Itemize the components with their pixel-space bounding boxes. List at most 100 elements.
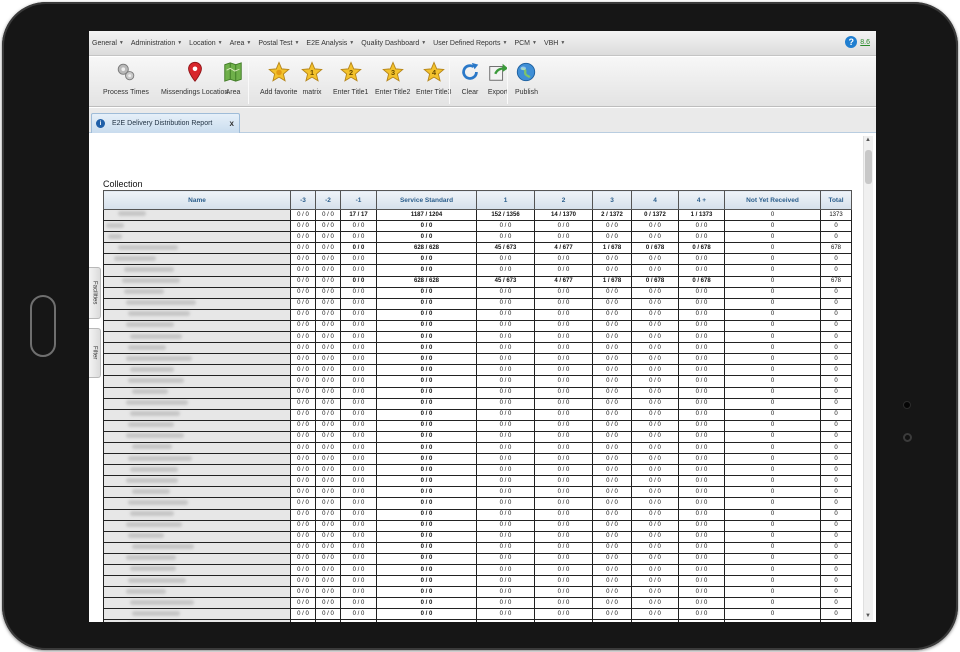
table-row[interactable]: 0 / 00 / 00 / 00 / 00 / 00 / 00 / 00 / 0…	[103, 408, 852, 421]
table-row[interactable]: 0 / 00 / 00 / 00 / 00 / 00 / 00 / 00 / 0…	[103, 308, 852, 321]
name-cell-redacted[interactable]	[103, 508, 291, 521]
name-cell-redacted[interactable]	[103, 275, 291, 288]
table-row[interactable]: 0 / 00 / 00 / 00 / 00 / 00 / 00 / 00 / 0…	[103, 364, 852, 377]
table-row[interactable]: 0 / 00 / 00 / 00 / 00 / 00 / 00 / 00 / 0…	[103, 541, 852, 554]
table-row[interactable]: 0 / 00 / 00 / 00 / 00 / 00 / 00 / 00 / 0…	[103, 441, 852, 455]
toolbar-process-times-button[interactable]: Process Times	[103, 61, 149, 96]
table-row[interactable]: 0 / 00 / 00 / 00 / 00 / 00 / 00 / 00 / 0…	[103, 419, 852, 432]
side-tab-facilities[interactable]: Facilities	[89, 267, 101, 319]
home-button[interactable]	[30, 295, 56, 357]
table-row[interactable]: 0 / 00 / 00 / 00 / 00 / 00 / 00 / 00 / 0…	[103, 464, 852, 477]
scroll-thumb[interactable]	[865, 150, 872, 184]
table-row[interactable]: 0 / 00 / 00 / 00 / 00 / 00 / 00 / 00 / 0…	[103, 430, 852, 443]
tab-e2e-report[interactable]: i E2E Delivery Distribution Report x	[91, 113, 240, 133]
name-cell-redacted[interactable]	[103, 331, 291, 344]
toolbar-missendings-location-button[interactable]: Missendings Location	[161, 61, 228, 96]
name-cell-redacted[interactable]	[103, 486, 291, 499]
scroll-up-icon[interactable]: ▲	[865, 137, 871, 143]
table-row[interactable]: 0 / 00 / 00 / 00 / 00 / 00 / 00 / 00 / 0…	[103, 353, 852, 366]
column-header-4[interactable]: 4 +	[678, 190, 725, 210]
menu-postal-test[interactable]: Postal Test ▼	[258, 40, 299, 47]
table-row[interactable]: 0 / 00 / 00 / 00 / 00 / 00 / 00 / 00 / 0…	[103, 220, 852, 233]
name-cell-redacted[interactable]	[103, 208, 291, 222]
table-row[interactable]: 0 / 00 / 00 / 00 / 00 / 00 / 00 / 00 / 0…	[103, 375, 852, 388]
table-row[interactable]: 0 / 00 / 00 / 00 / 00 / 00 / 00 / 00 / 0…	[103, 453, 852, 466]
menu-quality-dashboard[interactable]: Quality Dashboard ▼	[361, 40, 426, 47]
name-cell-redacted[interactable]	[103, 286, 291, 299]
name-cell-redacted[interactable]	[103, 319, 291, 333]
table-row[interactable]: 0 / 00 / 00 / 00 / 00 / 00 / 00 / 00 / 0…	[103, 530, 852, 543]
name-cell-redacted[interactable]	[103, 475, 291, 488]
column-header-name[interactable]: Name	[103, 190, 291, 210]
name-cell-redacted[interactable]	[103, 464, 291, 477]
name-cell-redacted[interactable]	[103, 264, 291, 277]
menu-area[interactable]: Area ▼	[230, 40, 252, 47]
name-cell-redacted[interactable]	[103, 519, 291, 532]
column-header-service-standard[interactable]: Service Standard	[376, 190, 477, 210]
table-row[interactable]: 0 / 00 / 00 / 00 / 00 / 00 / 00 / 00 / 0…	[103, 386, 852, 399]
name-cell-redacted[interactable]	[103, 408, 291, 421]
column-header-3[interactable]: -3	[290, 190, 316, 210]
toolbar-enter-title1-button[interactable]: 2 Enter Title1	[333, 61, 368, 96]
table-row[interactable]: 0 / 00 / 00 / 0 628 / 628 45 / 673 4 / 677 1…	[103, 275, 852, 288]
column-header-1[interactable]: 1	[476, 190, 535, 210]
menu-e2e-analysis[interactable]: E2E Analysis ▼	[306, 40, 354, 47]
menu-user-defined-reports[interactable]: User Defined Reports ▼	[433, 40, 507, 47]
toolbar-enter-title3-button[interactable]: 4 Enter Title3	[416, 61, 451, 96]
table-row[interactable]: 0 / 00 / 00 / 00 / 00 / 00 / 00 / 00 / 0…	[103, 586, 852, 599]
table-row[interactable]: 0 / 00 / 00 / 00 / 00 / 00 / 00 / 00 / 0…	[103, 264, 852, 277]
table-row[interactable]: 0 / 00 / 00 / 00 / 00 / 00 / 00 / 00 / 0…	[103, 342, 852, 355]
column-header-total[interactable]: Total	[820, 190, 852, 210]
table-row[interactable]: 0 / 00 / 00 / 00 / 00 / 00 / 00 / 00 / 0…	[103, 508, 852, 521]
table-row[interactable]: 0 / 00 / 00 / 00 / 00 / 00 / 00 / 00 / 0…	[103, 497, 852, 510]
name-cell-redacted[interactable]	[103, 497, 291, 510]
name-cell-redacted[interactable]	[103, 619, 291, 622]
name-cell-redacted[interactable]	[103, 297, 291, 310]
table-row[interactable]: 0 / 00 / 00 / 00 / 00 / 00 / 00 / 00 / 0…	[103, 486, 852, 499]
name-cell-redacted[interactable]	[103, 530, 291, 543]
column-header-2[interactable]: -2	[315, 190, 341, 210]
table-row[interactable]: 0 / 00 / 0 17 / 17 1187 / 1204 152 / 1356 14…	[103, 208, 852, 222]
column-header-1[interactable]: -1	[340, 190, 377, 210]
vertical-scrollbar[interactable]: ▲ ▼	[863, 136, 873, 620]
scroll-down-icon[interactable]: ▼	[865, 613, 871, 619]
name-cell-redacted[interactable]	[103, 397, 291, 410]
table-row[interactable]: 0 / 00 / 00 / 00 / 00 / 00 / 00 / 00 / 0…	[103, 575, 852, 588]
name-cell-redacted[interactable]	[103, 342, 291, 355]
name-cell-redacted[interactable]	[103, 541, 291, 554]
name-cell-redacted[interactable]	[103, 419, 291, 432]
name-cell-redacted[interactable]	[103, 597, 291, 610]
toolbar-clear-button[interactable]: Clear	[459, 61, 481, 96]
help-icon[interactable]: ?	[845, 36, 858, 48]
side-tab-filter[interactable]: Filter	[89, 328, 101, 378]
column-header-4[interactable]: 4	[631, 190, 679, 210]
name-cell-redacted[interactable]	[103, 453, 291, 466]
table-row[interactable]: 0 / 00 / 00 / 00 / 00 / 00 / 00 / 00 / 0…	[103, 253, 852, 266]
name-cell-redacted[interactable]	[103, 586, 291, 599]
name-cell-redacted[interactable]	[103, 364, 291, 377]
name-cell-redacted[interactable]	[103, 575, 291, 588]
name-cell-redacted[interactable]	[103, 563, 291, 577]
menu-vbh[interactable]: VBH ▼	[544, 40, 565, 47]
name-cell-redacted[interactable]	[103, 308, 291, 321]
toolbar-matrix-button[interactable]: 1 matrix	[301, 61, 323, 96]
toolbar-export-button[interactable]: Export	[487, 61, 509, 96]
toolbar-enter-title2-button[interactable]: 3 Enter Title2	[375, 61, 410, 96]
menu-administration[interactable]: Administration ▼	[131, 40, 182, 47]
table-row[interactable]: 0 / 00 / 00 / 00 / 00 / 00 / 00 / 00 / 0…	[103, 319, 852, 333]
name-cell-redacted[interactable]	[103, 608, 291, 621]
table-row[interactable]: 0 / 00 / 00 / 00 / 00 / 00 / 00 / 00 / 0…	[103, 552, 852, 566]
table-row[interactable]: 0 / 00 / 00 / 00 / 00 / 00 / 00 / 00 / 0…	[103, 563, 852, 577]
close-icon[interactable]: x	[230, 119, 234, 128]
table-row[interactable]: 0 / 00 / 00 / 00 / 00 / 00 / 00 / 00 / 0…	[103, 397, 852, 410]
table-row[interactable]: 0 / 00 / 00 / 00 / 00 / 00 / 00 / 00 / 0…	[103, 608, 852, 621]
table-row[interactable]: 0 / 00 / 00 / 00 / 00 / 00 / 00 / 00 / 0…	[103, 286, 852, 299]
name-cell-redacted[interactable]	[103, 552, 291, 566]
menu-pcm[interactable]: PCM ▼	[514, 40, 537, 47]
name-cell-redacted[interactable]	[103, 375, 291, 388]
column-header-3[interactable]: 3	[592, 190, 632, 210]
table-row[interactable]: 0 / 00 / 00 / 00 / 00 / 00 / 00 / 00 / 0…	[103, 597, 852, 610]
table-row[interactable]: 0 / 00 / 00 / 00 / 00 / 00 / 00 / 00 / 0…	[103, 231, 852, 244]
name-cell-redacted[interactable]	[103, 441, 291, 455]
table-row[interactable]: 0 / 00 / 00 / 00 / 00 / 00 / 00 / 00 / 0…	[103, 519, 852, 532]
